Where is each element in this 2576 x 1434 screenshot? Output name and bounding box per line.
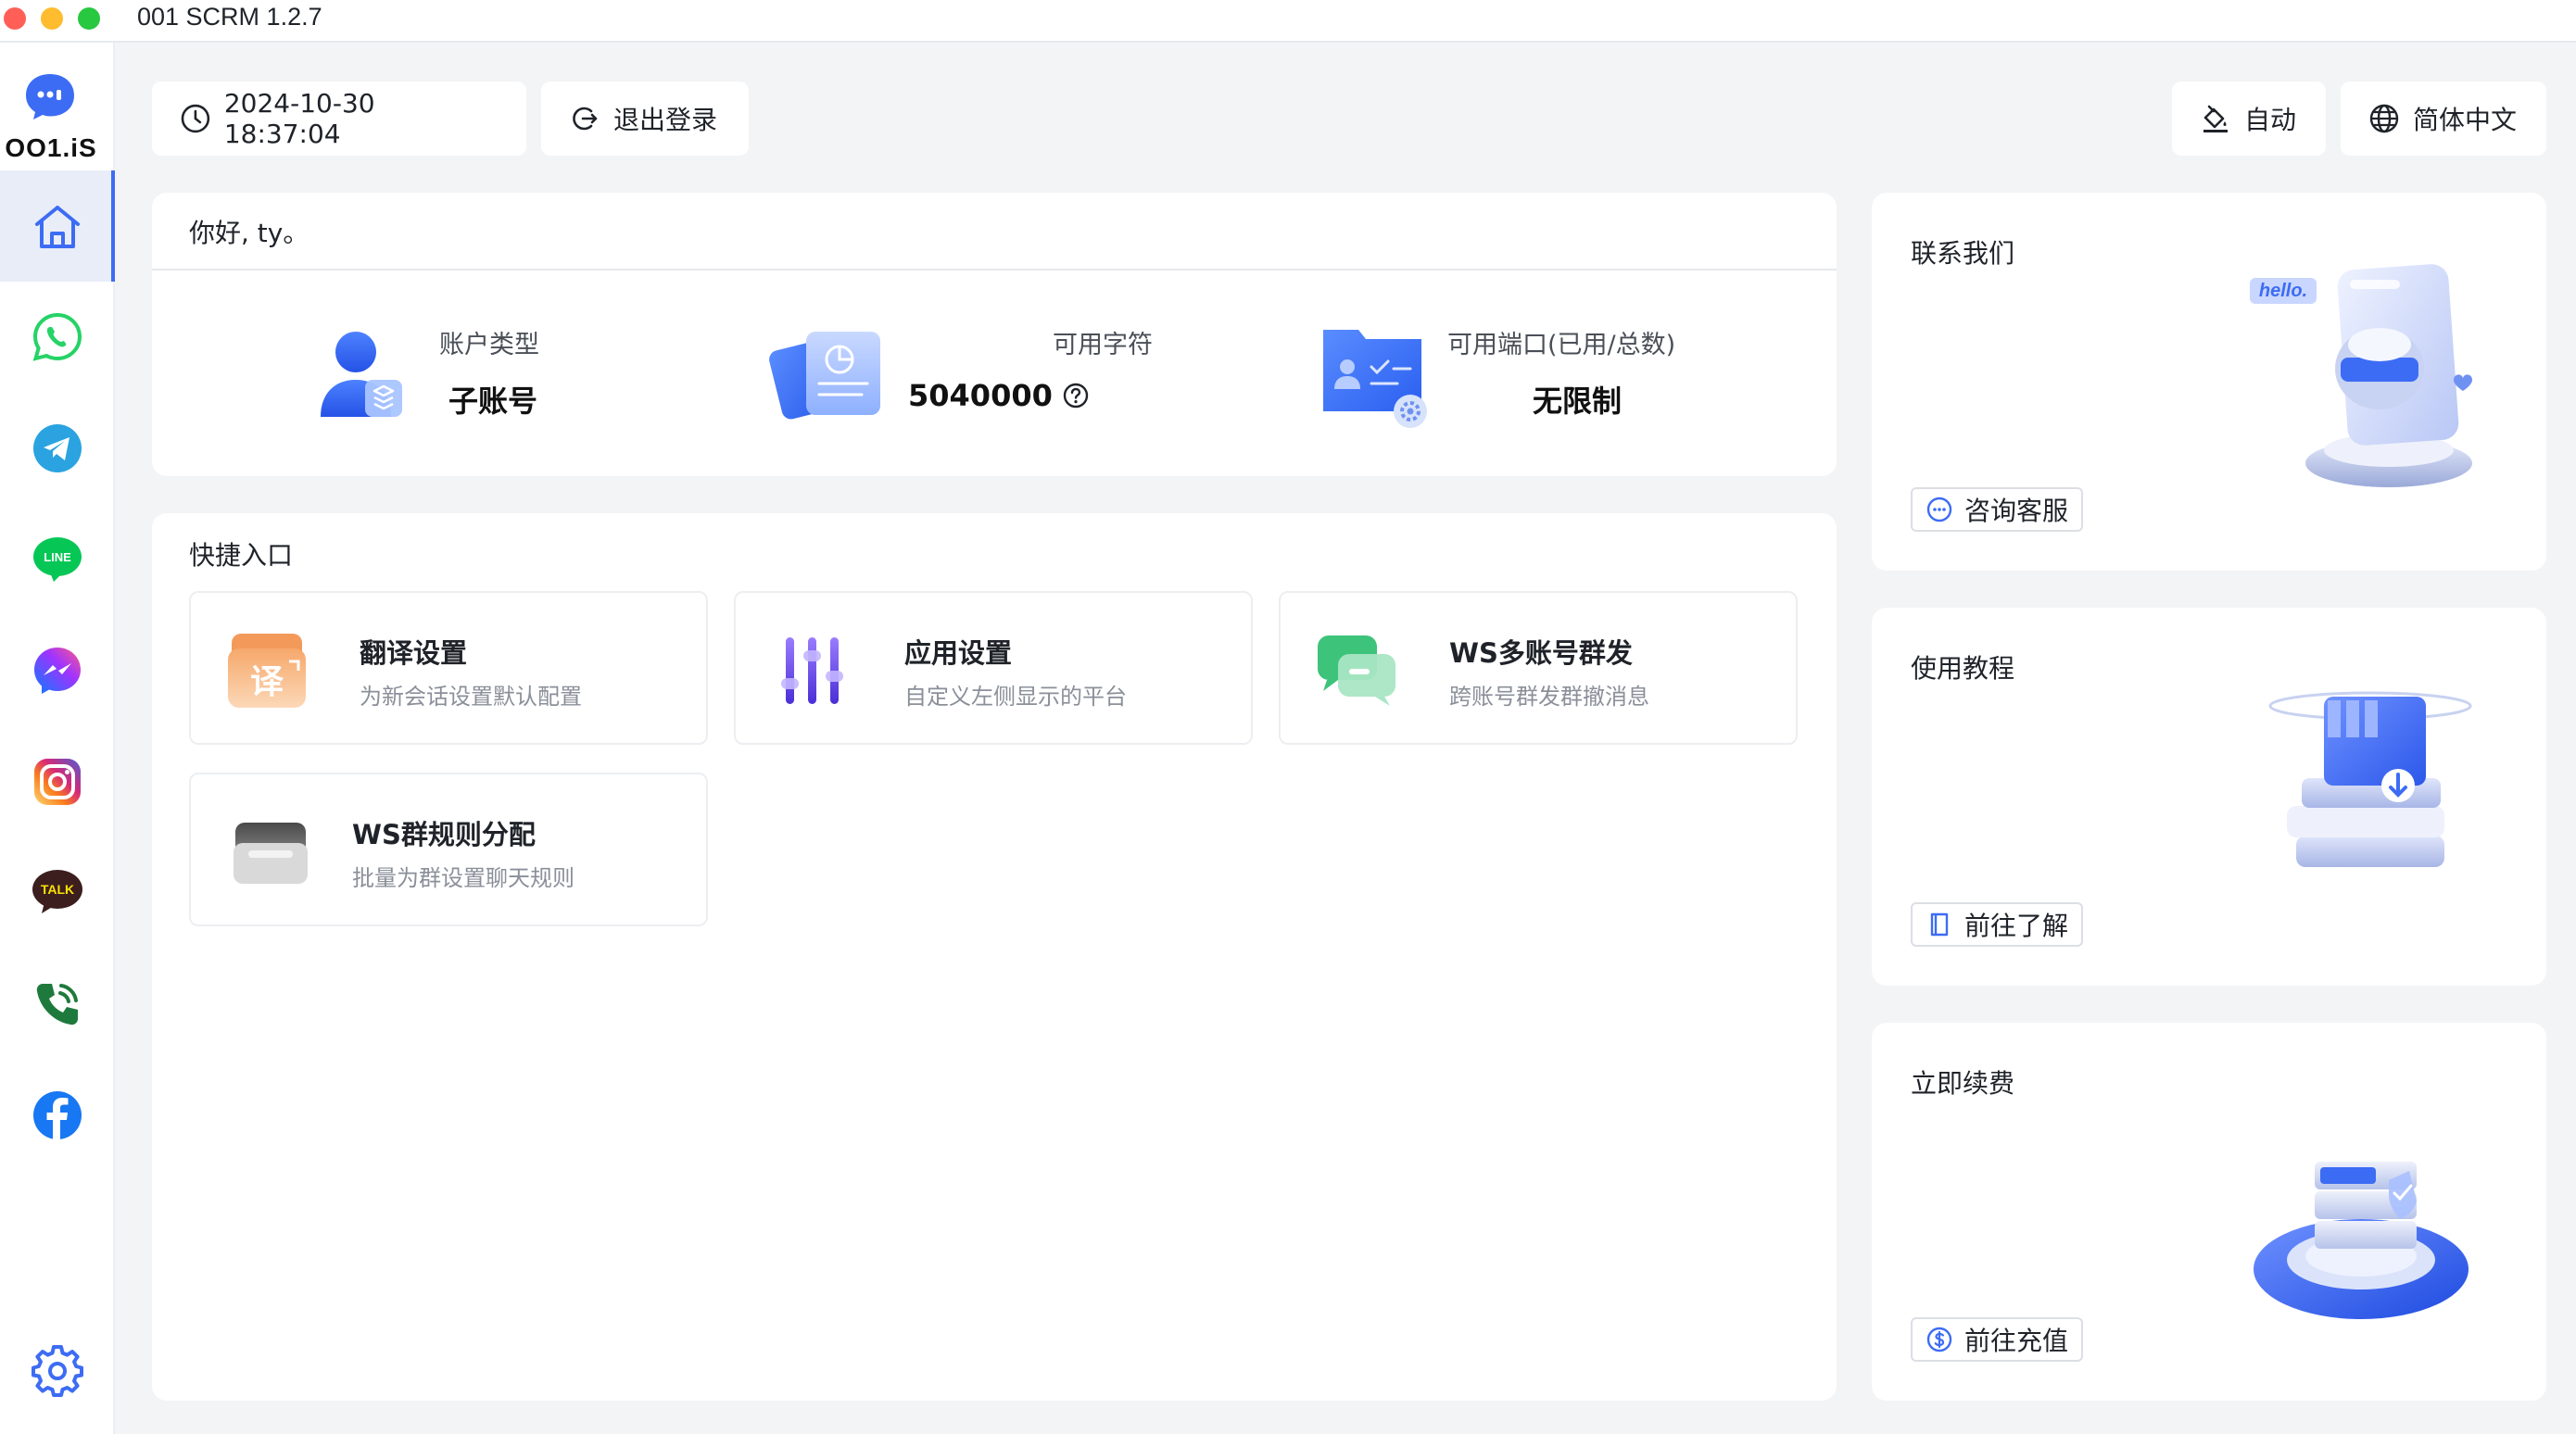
- line-icon: LINE: [33, 537, 82, 582]
- kakaotalk-icon: TALK: [32, 870, 82, 913]
- button-label: 咨询客服: [1964, 496, 2069, 526]
- sliders-icon: [781, 637, 843, 704]
- sidebar-item-line[interactable]: LINE: [0, 504, 115, 615]
- learn-more-button[interactable]: 前往了解: [1911, 902, 2084, 947]
- stat-label: 账户类型: [439, 331, 539, 359]
- stat-label: 可用端口(已用/总数): [1447, 331, 1676, 359]
- stat-label: 可用字符: [1053, 331, 1153, 359]
- datetime-text: 2024-10-30 18:37:04: [223, 88, 375, 149]
- clock-icon: [181, 104, 210, 133]
- home-icon: [35, 206, 80, 248]
- sidebar-item-settings[interactable]: [0, 1315, 115, 1427]
- button-label: 前往充值: [1964, 1326, 2069, 1356]
- entry-title: WS群规则分配: [352, 819, 536, 850]
- recharge-button[interactable]: 前往充值: [1911, 1317, 2084, 1362]
- gear-icon: [32, 1345, 83, 1397]
- divider: [152, 269, 1837, 270]
- sidebar-item-instagram[interactable]: [0, 726, 115, 837]
- contact-us-card: 联系我们 hello. 咨询客服: [1872, 193, 2546, 571]
- card-title: 联系我们: [1911, 238, 2015, 269]
- chat-support-icon: [1926, 497, 1952, 522]
- entry-desc: 为新会话设置默认配置: [360, 684, 582, 710]
- whatsapp-icon: [32, 312, 82, 361]
- quick-entry-app-settings[interactable]: 应用设置 自定义左侧显示的平台: [734, 591, 1253, 745]
- card-title: 立即续费: [1911, 1068, 2015, 1099]
- stat-value: 5040000: [908, 378, 1090, 413]
- greeting-text: 你好, ty。: [189, 218, 309, 248]
- contact-support-button[interactable]: 咨询客服: [1911, 487, 2084, 532]
- books-download-illustration: [2268, 691, 2472, 867]
- entry-title: WS多账号群发: [1449, 637, 1633, 669]
- entry-desc: 跨账号群发群撤消息: [1449, 684, 1649, 710]
- theme-label: 自动: [2244, 105, 2297, 135]
- facebook-icon: [33, 1091, 82, 1139]
- instagram-icon: [34, 759, 81, 805]
- logout-icon: [573, 107, 598, 131]
- quick-entry-ws-group-rules[interactable]: WS群规则分配 批量为群设置聊天规则: [189, 773, 708, 926]
- quick-entry-ws-bulk-send[interactable]: WS多账号群发 跨账号群发群撤消息: [1279, 591, 1798, 745]
- logout-button[interactable]: 退出登录: [541, 82, 749, 156]
- window-title: 001 SCRM 1.2.7: [137, 3, 322, 31]
- stat-value: 无限制: [1533, 384, 1623, 419]
- document-chart-icon: [769, 332, 880, 420]
- server-ring-illustration: [2254, 1162, 2469, 1319]
- messenger-icon: [34, 648, 81, 694]
- svg-text:LINE: LINE: [44, 550, 71, 564]
- book-icon: [1930, 912, 1949, 937]
- sidebar: OO1.iS LINE TALK: [0, 43, 115, 1434]
- phone-icon: [36, 984, 78, 1025]
- telegram-icon: [33, 424, 82, 472]
- user-account-icon: [321, 332, 402, 417]
- minimize-window-button[interactable]: [41, 7, 63, 30]
- theme-button[interactable]: 自动: [2172, 82, 2326, 156]
- entry-title: 翻译设置: [360, 637, 468, 669]
- close-window-button[interactable]: [4, 7, 26, 30]
- greeting-card: 你好, ty。 账户类型 子账号 可用字符 5040000 可用端口(已用/总数…: [152, 193, 1837, 476]
- datetime-display: 2024-10-30 18:37:04: [152, 82, 526, 156]
- language-button[interactable]: 简体中文: [2341, 82, 2546, 156]
- logout-label: 退出登录: [613, 105, 718, 135]
- dollar-coin-icon: [1926, 1327, 1952, 1352]
- sidebar-item-home[interactable]: [0, 170, 115, 282]
- svg-text:hello.: hello.: [2259, 281, 2307, 301]
- renew-card: 立即续费 前往充值: [1872, 1023, 2546, 1401]
- tutorial-card: 使用教程 前往了解: [1872, 608, 2546, 986]
- svg-text:TALK: TALK: [41, 882, 74, 897]
- chat-bubbles-icon: [1318, 635, 1395, 706]
- logo-bubble-icon: [26, 74, 74, 120]
- entry-desc: 批量为群设置聊天规则: [352, 865, 575, 891]
- card-title: 使用教程: [1911, 653, 2015, 684]
- id-folder-icon: [1323, 330, 1427, 428]
- help-circle-icon[interactable]: [1062, 382, 1090, 409]
- zoom-window-button[interactable]: [78, 7, 100, 30]
- stat-account-type: 账户类型 子账号: [309, 313, 587, 443]
- group-rules-icon: [234, 823, 308, 884]
- sidebar-item-kakaotalk[interactable]: TALK: [0, 837, 115, 949]
- stat-available-chars: 可用字符 5040000: [769, 313, 1158, 443]
- sidebar-item-messenger[interactable]: [0, 615, 115, 726]
- robot-hello-illustration: hello.: [2250, 264, 2472, 487]
- paint-bucket-icon: [2203, 105, 2228, 132]
- sidebar-item-whatsapp[interactable]: [0, 282, 115, 393]
- entry-desc: 自定义左侧显示的平台: [904, 684, 1127, 710]
- sidebar-item-phone[interactable]: [0, 949, 115, 1060]
- quick-entry-translation-settings[interactable]: 译 翻译设置 为新会话设置默认配置: [189, 591, 708, 745]
- svg-text:译: 译: [250, 663, 284, 701]
- translate-icon: 译: [228, 634, 306, 708]
- title-bar: 001 SCRM 1.2.7: [0, 0, 2576, 43]
- language-label: 简体中文: [2413, 105, 2518, 135]
- quick-access-card: 快捷入口 译 翻译设置 为新会话设置默认配置 应用设置 自定义左侧显示的平台 W…: [152, 513, 1837, 1401]
- entry-title: 应用设置: [904, 637, 1013, 669]
- globe-icon: [2369, 104, 2399, 133]
- app-logo: OO1.iS: [0, 59, 115, 170]
- quick-access-title: 快捷入口: [189, 540, 294, 571]
- sidebar-item-facebook[interactable]: [0, 1060, 115, 1171]
- sidebar-item-telegram[interactable]: [0, 393, 115, 504]
- stat-available-ports: 可用端口(已用/总数) 无限制: [1318, 313, 1837, 443]
- logo-text: OO1.iS: [5, 133, 97, 162]
- stat-value: 子账号: [448, 384, 538, 419]
- button-label: 前往了解: [1964, 911, 2069, 941]
